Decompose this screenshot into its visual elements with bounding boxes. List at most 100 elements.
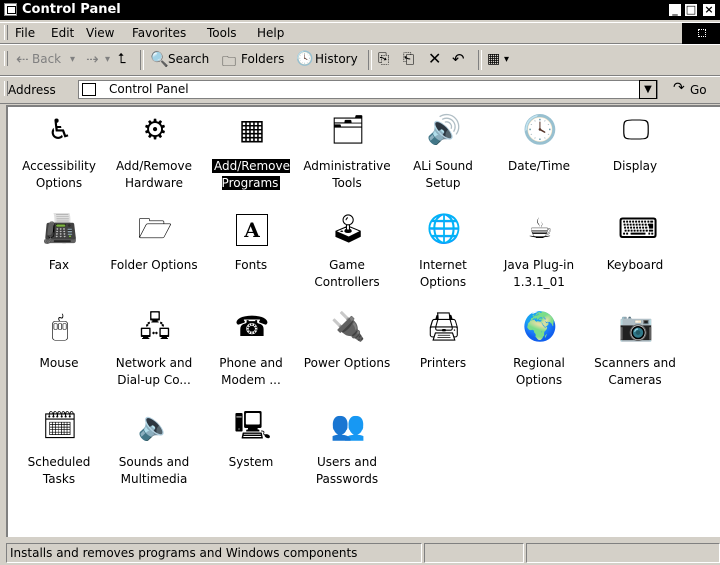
- status-zone-pane: [526, 543, 720, 563]
- toolbar-separator: [478, 50, 482, 70]
- menu-grip[interactable]: [4, 25, 8, 40]
- control-panel-item[interactable]: ▦ Add/Remove Programs: [206, 112, 296, 204]
- close-button[interactable]: ×: [702, 3, 716, 17]
- display-icon: 🖵: [622, 113, 650, 146]
- address-dropdown-button[interactable]: ▼: [639, 80, 657, 99]
- toolbar-separator: [368, 50, 372, 70]
- control-panel-item[interactable]: 🕹 Game Controllers: [302, 211, 392, 303]
- move-to-icon[interactable]: ⎘: [378, 51, 389, 67]
- item-label: Add/Remove Programs: [206, 158, 296, 192]
- menu-tools[interactable]: Tools: [207, 26, 237, 40]
- undo-icon[interactable]: ↶: [452, 50, 465, 68]
- address-input[interactable]: Control Panel: [78, 80, 658, 99]
- control-panel-item[interactable]: 🔈 Sounds and Multimedia: [109, 408, 199, 500]
- item-label-text: Display: [612, 159, 658, 173]
- address-label: Address: [8, 83, 56, 97]
- network-icon: 🖧: [139, 310, 171, 343]
- printers-icon: 🖨: [426, 310, 462, 343]
- control-panel-item[interactable]: 🕓 Date/Time: [494, 112, 584, 204]
- item-label: System: [206, 454, 296, 471]
- up-folder-button[interactable]: ⮤: [118, 51, 126, 67]
- phone-icon: ☎: [234, 310, 270, 343]
- item-label: Internet Options: [398, 257, 488, 291]
- control-panel-item[interactable]: 🗓 Scheduled Tasks: [14, 408, 104, 500]
- control-panel-item[interactable]: 🖵 Display: [590, 112, 680, 204]
- toolbar-grip[interactable]: [4, 51, 8, 66]
- back-button[interactable]: Back: [32, 52, 61, 66]
- history-button[interactable]: History: [315, 52, 358, 66]
- control-panel-item[interactable]: 🖳 System: [206, 408, 296, 500]
- control-panel-item[interactable]: 📷 Scanners and Cameras: [590, 309, 680, 401]
- fonts-icon: A: [236, 214, 268, 246]
- java-icon: ☕: [527, 212, 553, 245]
- control-panel-item[interactable]: 🔊 ALi Sound Setup: [398, 112, 488, 204]
- item-label-text: Power Options: [303, 356, 391, 370]
- scanner-icon: 📷: [618, 310, 654, 343]
- windows-logo-icon: [682, 23, 720, 44]
- item-label-text: Add/Remove Programs: [212, 159, 290, 190]
- item-label: Network and Dial-up Co...: [109, 355, 199, 389]
- folder-options-icon: 🗁: [137, 212, 173, 245]
- item-label: Folder Options: [109, 257, 199, 274]
- item-label-text: Users and Passwords: [315, 455, 379, 486]
- control-panel-item[interactable]: 🗂 Administrative Tools: [302, 112, 392, 204]
- users-icon: 👥: [330, 409, 366, 442]
- control-panel-icon[interactable]: [4, 3, 17, 16]
- control-panel-item[interactable]: 🌐 Internet Options: [398, 211, 488, 303]
- control-panel-item[interactable]: ♿ Accessibility Options: [14, 112, 104, 204]
- control-panel-item[interactable]: 🖨 Printers: [398, 309, 488, 401]
- control-panel-item[interactable]: ☎ Phone and Modem ...: [206, 309, 296, 401]
- control-panel-item[interactable]: 📠 Fax: [14, 211, 104, 303]
- go-arrow-icon[interactable]: ↷: [673, 80, 685, 96]
- go-button[interactable]: Go: [690, 83, 707, 97]
- back-dropdown-icon[interactable]: ▾: [70, 54, 75, 65]
- item-label-text: Phone and Modem ...: [219, 356, 283, 387]
- globe-icon: 🌍: [522, 310, 558, 343]
- search-icon[interactable]: 🔍: [150, 50, 169, 68]
- folders-button[interactable]: Folders: [241, 52, 284, 66]
- control-panel-window: Control Panel _ □ × File Edit View Favor…: [0, 0, 720, 565]
- control-panel-item[interactable]: 🌍 Regional Options: [494, 309, 584, 401]
- menu-bar: File Edit View Favorites Tools Help: [0, 22, 720, 44]
- views-icon[interactable]: ▦: [487, 51, 500, 67]
- history-icon[interactable]: 🕓: [296, 51, 313, 67]
- item-label-text: Folder Options: [110, 258, 198, 272]
- title-bar[interactable]: Control Panel _ □ ×: [0, 0, 720, 20]
- copy-to-icon[interactable]: ⎗: [403, 51, 414, 67]
- control-panel-item[interactable]: 🗁 Folder Options: [109, 211, 199, 303]
- search-button[interactable]: Search: [168, 52, 209, 66]
- back-arrow-icon[interactable]: ⇠: [16, 50, 29, 68]
- address-bar: Address Control Panel ▼ ↷ Go: [0, 76, 720, 104]
- control-panel-item[interactable]: ☕ Java Plug-in 1.3.1_01: [494, 211, 584, 303]
- menu-help[interactable]: Help: [257, 26, 284, 40]
- mouse-icon: 🖱: [51, 310, 69, 343]
- item-label: Date/Time: [494, 158, 584, 175]
- minimize-button[interactable]: _: [668, 3, 682, 17]
- item-label: Fonts: [206, 257, 296, 274]
- content-area: ♿ Accessibility Options ⚙ Add/Remove Hardwa…: [6, 105, 720, 537]
- admin-tools-icon: 🗂: [330, 113, 366, 146]
- maximize-button[interactable]: □: [684, 3, 698, 17]
- add-hardware-icon: ⚙: [142, 113, 168, 146]
- control-panel-item[interactable]: 👥 Users and Passwords: [302, 408, 392, 500]
- menu-view[interactable]: View: [86, 26, 114, 40]
- forward-button[interactable]: ⇢: [86, 50, 99, 68]
- item-label: Display: [590, 158, 680, 175]
- item-label-text: Administrative Tools: [303, 159, 391, 190]
- control-panel-item[interactable]: 🖱 Mouse: [14, 309, 104, 401]
- speaker-icon: 🔈: [137, 409, 173, 442]
- item-label: Regional Options: [494, 355, 584, 389]
- control-panel-item[interactable]: 🖧 Network and Dial-up Co...: [109, 309, 199, 401]
- control-panel-item[interactable]: A Fonts: [206, 211, 296, 303]
- forward-dropdown-icon[interactable]: ▾: [105, 54, 110, 65]
- menu-edit[interactable]: Edit: [51, 26, 74, 40]
- control-panel-item[interactable]: ⌨ Keyboard: [590, 211, 680, 303]
- delete-icon[interactable]: ✕: [428, 49, 441, 68]
- folders-icon[interactable]: 🗀: [222, 51, 236, 75]
- item-label-text: Scheduled Tasks: [27, 455, 91, 486]
- control-panel-item[interactable]: ⚙ Add/Remove Hardware: [109, 112, 199, 204]
- menu-file[interactable]: File: [15, 26, 35, 40]
- control-panel-item[interactable]: 🔌 Power Options: [302, 309, 392, 401]
- menu-favorites[interactable]: Favorites: [132, 26, 186, 40]
- views-dropdown-icon[interactable]: ▾: [504, 54, 509, 65]
